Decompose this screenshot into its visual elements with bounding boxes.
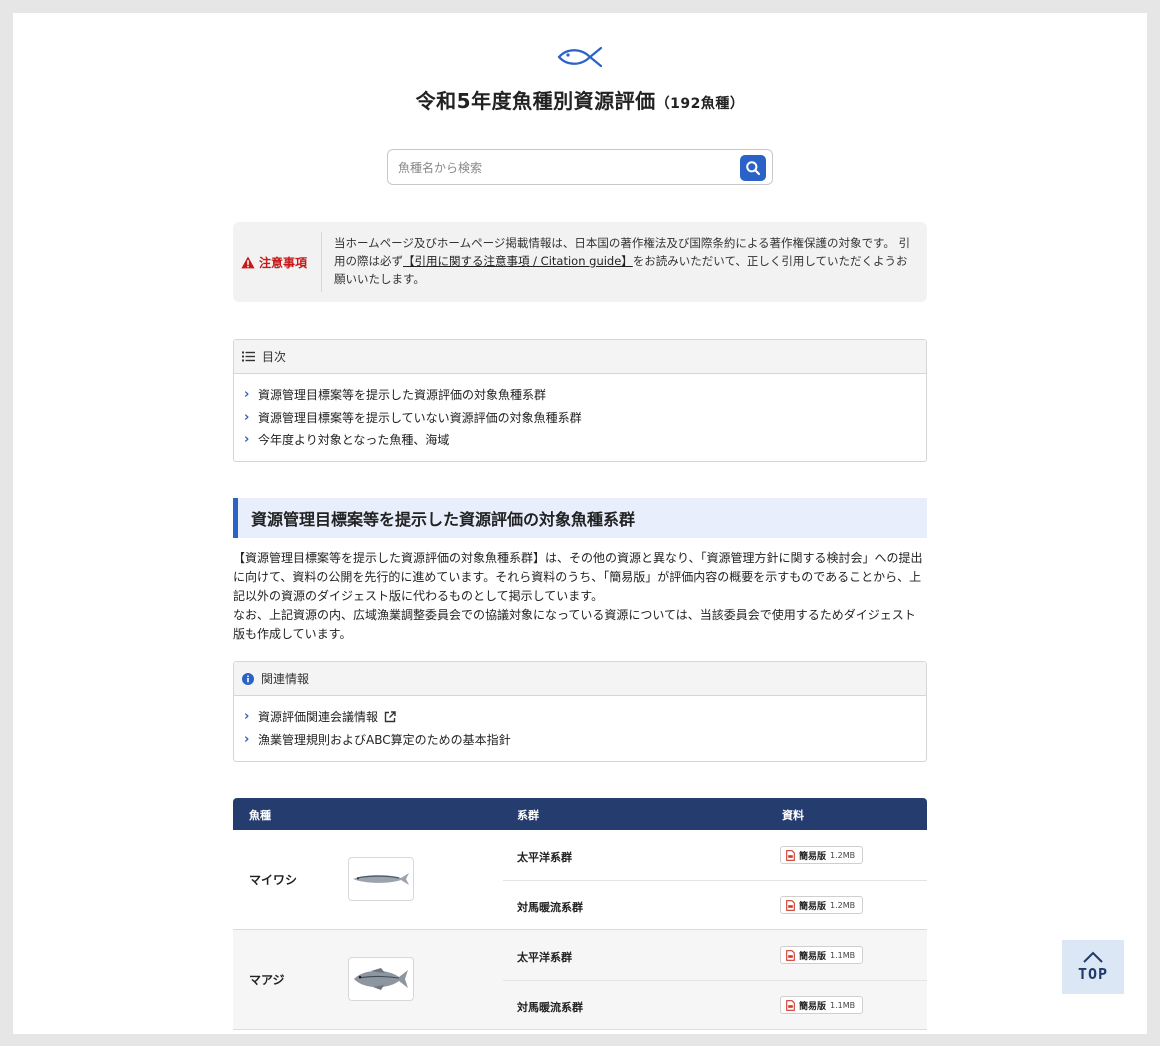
pdf-download-button[interactable]: 簡易版 1.1MB xyxy=(780,946,864,964)
notice-text: 当ホームページ及びホームページ掲載情報は、日本国の著作権法及び国際条約による著作… xyxy=(334,234,918,288)
chevron-up-icon xyxy=(1083,951,1103,963)
related-link-label: 資源評価関連会議情報 xyxy=(258,710,379,724)
related-link[interactable]: › 資源評価関連会議情報 xyxy=(244,706,926,729)
file-size: 1.2MB xyxy=(830,850,856,860)
search-input[interactable] xyxy=(398,157,728,179)
citation-guide-link[interactable]: 【引用に関する注意事項 / Citation guide】 xyxy=(403,254,633,268)
column-header-documents: 資料 xyxy=(782,809,804,822)
pdf-icon xyxy=(786,999,795,1011)
search-box xyxy=(387,149,773,185)
fish-logo-icon xyxy=(557,46,603,68)
section-paragraph: なお、上記資源の内、広域漁業調整委員会での協議対象になっている資源については、当… xyxy=(233,608,916,641)
stock-name: 太平洋系群 xyxy=(517,951,572,964)
chevron-right-icon: › xyxy=(244,387,250,402)
toc-item-label: 今年度より対象となった魚種、海域 xyxy=(258,433,450,447)
notice-label: 注意事項 xyxy=(241,222,321,302)
related-info-header: 関連情報 xyxy=(234,662,926,696)
notice-divider xyxy=(321,232,322,292)
column-header-stock: 系群 xyxy=(517,809,539,822)
pdf-download-button[interactable]: 簡易版 1.2MB xyxy=(780,896,864,914)
toc-item-label: 資源管理目標案等を提示していない資源評価の対象魚種系群 xyxy=(258,410,582,425)
section-paragraph: 【資源管理目標案等を提示した資源評価の対象魚種系群】は、その他の資源と異なり、「… xyxy=(233,551,923,603)
list-icon xyxy=(242,351,255,362)
table-row-group: マアジ 太平洋系群 簡易版 1.1MB 対馬暖流系群 簡易版 1.1MB xyxy=(233,930,927,1030)
related-link[interactable]: › 漁業管理規則およびABC算定のための基本指針 xyxy=(244,729,926,752)
species-count: （192魚種） xyxy=(655,96,745,112)
sardine-image-icon xyxy=(353,873,409,885)
stock-name: 太平洋系群 xyxy=(517,851,572,864)
back-to-top-button[interactable]: TOP xyxy=(1062,940,1124,994)
table-header: 魚種 系群 資料 xyxy=(233,798,927,830)
page-frame: 令和5年度魚種別資源評価（192魚種） 注意事項 当ホームペー xyxy=(13,13,1147,1034)
species-name[interactable]: マイワシ xyxy=(249,871,297,888)
document-label: 簡易版 xyxy=(799,1001,827,1012)
file-size: 1.1MB xyxy=(830,950,856,960)
row-divider xyxy=(503,880,927,881)
stock-name: 対馬暖流系群 xyxy=(517,1001,583,1014)
chevron-right-icon: › xyxy=(244,432,250,447)
related-info-list: › 資源評価関連会議情報 › 漁業管理規則およびABC算定のための基本指針 xyxy=(234,696,926,751)
related-info-box: 関連情報 › 資源評価関連会議情報 › 漁業管理規則およびABC算定のための基本指針 xyxy=(233,661,927,762)
document-label: 簡易版 xyxy=(799,851,827,862)
toc-box: 目次 › 資源管理目標案等を提示した資源評価の対象魚種系群 › 資源管理目標案等を提… xyxy=(233,339,927,462)
page-title: 令和5年度魚種別資源評価（192魚種） xyxy=(233,85,927,114)
table-row-group: マイワシ 太平洋系群 簡易版 1.2MB 対馬暖流系群 簡易版 1.2MB xyxy=(233,830,927,930)
notice-box: 注意事項 当ホームページ及びホームページ掲載情報は、日本国の著作権法及び国際条約… xyxy=(233,222,927,302)
chevron-right-icon: › xyxy=(244,709,250,724)
search-button[interactable] xyxy=(740,155,766,181)
pdf-download-button[interactable]: 簡易版 1.1MB xyxy=(780,996,864,1014)
toc-list: › 資源管理目標案等を提示した資源評価の対象魚種系群 › 資源管理目標案等を提示して… xyxy=(234,374,926,452)
info-icon xyxy=(242,672,254,685)
search-icon xyxy=(746,161,761,176)
toc-title: 目次 xyxy=(262,350,287,364)
related-link-label: 漁業管理規則およびABC算定のための基本指針 xyxy=(258,732,511,747)
chevron-right-icon: › xyxy=(244,409,250,425)
row-divider xyxy=(503,980,927,981)
toc-header: 目次 xyxy=(234,340,926,374)
column-header-species: 魚種 xyxy=(249,809,271,822)
section-description: 【資源管理目標案等を提示した資源評価の対象魚種系群】は、その他の資源と異なり、「… xyxy=(233,549,927,644)
toc-item[interactable]: › 今年度より対象となった魚種、海域 xyxy=(244,429,926,452)
toc-item[interactable]: › 資源管理目標案等を提示していない資源評価の対象魚種系群 xyxy=(244,407,926,430)
species-thumbnail xyxy=(348,857,414,901)
species-table: 魚種 系群 資料 マイワシ 太平洋系群 簡易版 1.2MB 対馬暖流系群 簡易版… xyxy=(233,798,927,1030)
page-title-text: 令和5年度魚種別資源評価 xyxy=(415,89,656,113)
pdf-icon xyxy=(786,949,795,961)
species-thumbnail xyxy=(348,957,414,1001)
document-label: 簡易版 xyxy=(799,901,827,912)
file-size: 1.1MB xyxy=(830,1000,856,1010)
document-label: 簡易版 xyxy=(799,951,827,962)
pdf-icon xyxy=(786,849,795,861)
horse-mackerel-image-icon xyxy=(354,968,408,990)
external-link-icon xyxy=(384,711,396,723)
chevron-right-icon: › xyxy=(244,731,250,747)
toc-item-label: 資源管理目標案等を提示した資源評価の対象魚種系群 xyxy=(258,388,547,402)
stock-name: 対馬暖流系群 xyxy=(517,901,583,914)
species-name[interactable]: マアジ xyxy=(249,971,285,988)
toc-item[interactable]: › 資源管理目標案等を提示した資源評価の対象魚種系群 xyxy=(244,384,926,407)
pdf-download-button[interactable]: 簡易版 1.2MB xyxy=(780,846,864,864)
file-size: 1.2MB xyxy=(830,900,856,910)
back-to-top-label: TOP xyxy=(1077,965,1109,983)
pdf-icon xyxy=(786,899,795,911)
related-info-title: 関連情報 xyxy=(261,672,310,686)
notice-label-text: 注意事項 xyxy=(259,255,308,270)
warning-icon xyxy=(241,256,255,268)
section-heading: 資源管理目標案等を提示した資源評価の対象魚種系群 xyxy=(233,498,927,538)
